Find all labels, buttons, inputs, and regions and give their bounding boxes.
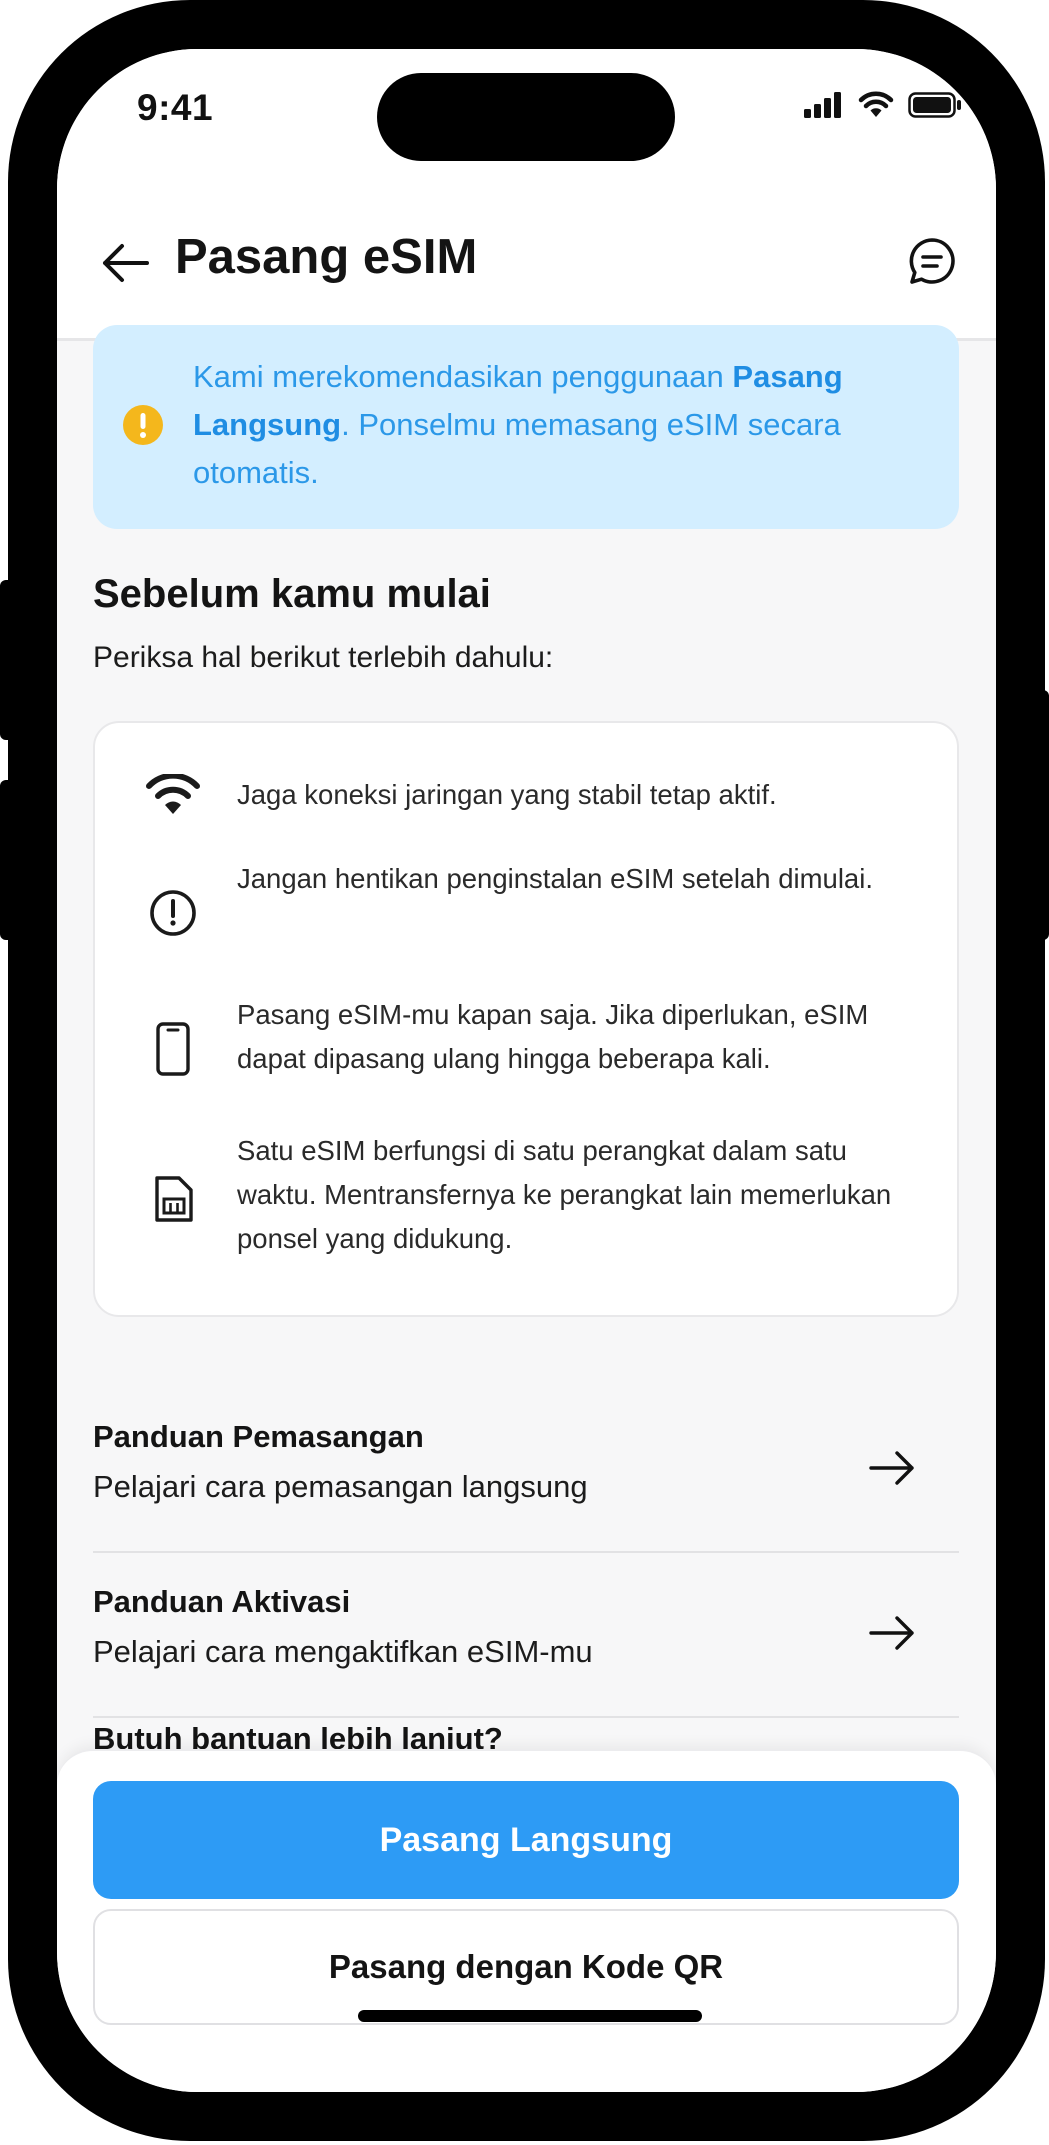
guide-subtitle: Pelajari cara mengaktifkan eSIM-mu bbox=[93, 1634, 593, 1669]
install-qr-button[interactable]: Pasang dengan Kode QR bbox=[93, 1909, 959, 2025]
status-bar: 9:41 bbox=[57, 49, 996, 189]
phone-icon bbox=[145, 1021, 201, 1077]
arrow-right-icon bbox=[865, 1606, 919, 1660]
section-subtitle: Periksa hal berikut terlebih dahulu: bbox=[93, 641, 554, 674]
chat-button[interactable] bbox=[904, 235, 960, 291]
checklist-text: Satu eSIM berfungsi di satu perangkat da… bbox=[237, 1135, 892, 1254]
phone-frame: 9:41 Pasang eSIM Kami merekomendasikan p… bbox=[8, 0, 1045, 2141]
status-icons bbox=[804, 91, 962, 124]
guide-title: Panduan Aktivasi bbox=[93, 1584, 351, 1619]
checklist-card: Jaga koneksi jaringan yang stabil tetap … bbox=[93, 721, 959, 1317]
section-title: Sebelum kamu mulai bbox=[93, 572, 491, 616]
guide-installation-row[interactable]: Panduan Pemasangan Pelajari cara pemasan… bbox=[93, 1389, 959, 1553]
app-header: Pasang eSIM bbox=[57, 189, 996, 341]
arrow-left-icon bbox=[100, 243, 150, 288]
arrow-right-icon bbox=[865, 1441, 919, 1495]
home-indicator[interactable] bbox=[358, 2010, 702, 2022]
guide-title: Panduan Pemasangan bbox=[93, 1419, 424, 1454]
checklist-text: Pasang eSIM-mu kapan saja. Jika diperluk… bbox=[237, 999, 869, 1074]
bottom-action-sheet: Pasang Langsung Pasang dengan Kode QR bbox=[57, 1749, 996, 2092]
sim-card-icon bbox=[145, 1171, 201, 1227]
chat-bubble-icon bbox=[907, 236, 957, 291]
page-title: Pasang eSIM bbox=[175, 230, 478, 284]
wifi-icon bbox=[858, 91, 894, 124]
banner-text-before: Kami merekomendasikan penggunaan bbox=[193, 359, 733, 394]
guide-activation-row[interactable]: Panduan Aktivasi Pelajari cara mengaktif… bbox=[93, 1554, 959, 1718]
guide-subtitle: Pelajari cara pemasangan langsung bbox=[93, 1469, 588, 1504]
status-time: 9:41 bbox=[137, 87, 214, 128]
alert-circle-icon bbox=[145, 885, 201, 941]
checklist-text: Jangan hentikan penginstalan eSIM setela… bbox=[237, 863, 873, 894]
dynamic-island bbox=[377, 73, 675, 161]
banner-text: Kami merekomendasikan penggunaan Pasang … bbox=[193, 353, 933, 497]
wifi-icon bbox=[145, 767, 201, 823]
checklist-text: Jaga koneksi jaringan yang stabil tetap … bbox=[237, 779, 777, 810]
back-button[interactable] bbox=[97, 237, 153, 293]
screen: 9:41 Pasang eSIM Kami merekomendasikan p… bbox=[57, 49, 996, 2092]
recommendation-banner: Kami merekomendasikan penggunaan Pasang … bbox=[93, 325, 959, 529]
battery-icon bbox=[908, 92, 962, 123]
cellular-signal-icon bbox=[804, 92, 844, 123]
install-direct-button[interactable]: Pasang Langsung bbox=[93, 1781, 959, 1899]
warning-circle-icon bbox=[123, 405, 163, 445]
